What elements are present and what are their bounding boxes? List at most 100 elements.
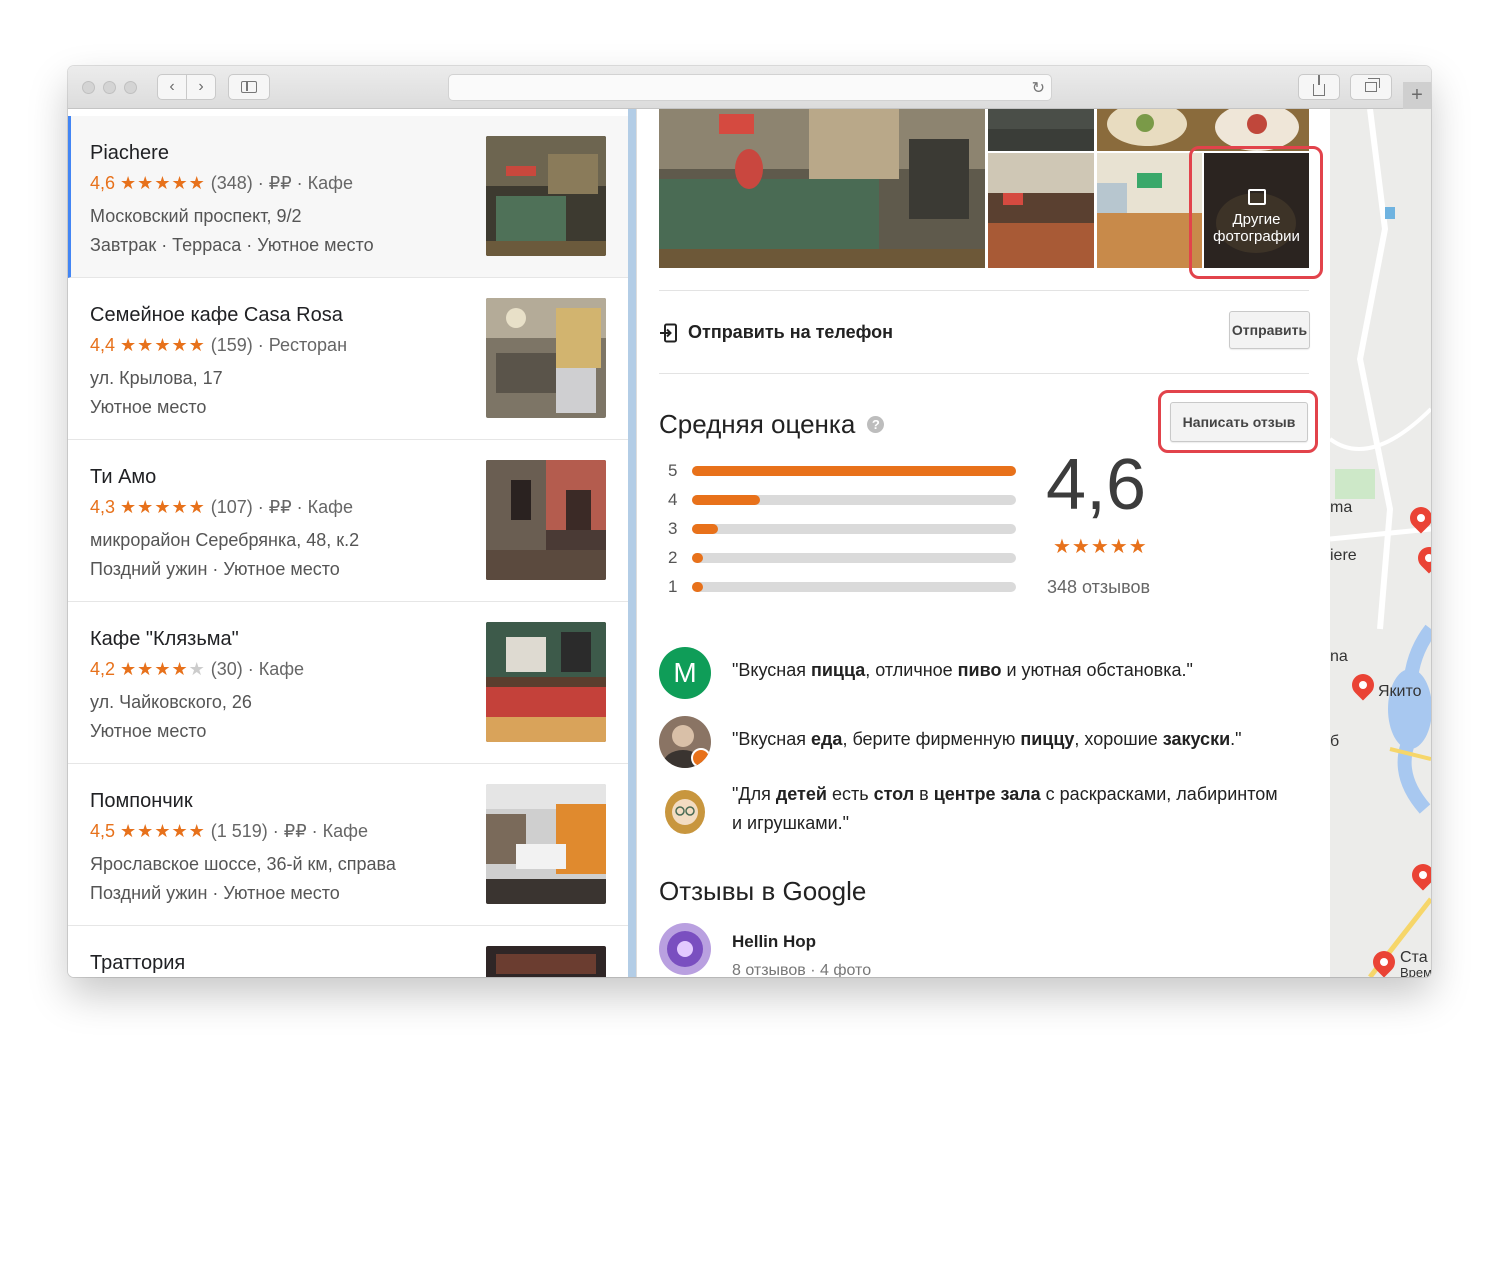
sidebar-icon — [241, 81, 257, 93]
place-photo[interactable] — [486, 622, 606, 742]
reload-icon[interactable]: ↻ — [1032, 78, 1045, 98]
rating-bar-row: 1 — [668, 577, 1028, 597]
reviewer-name[interactable]: Hellin Hop — [732, 932, 816, 952]
gallery-photo[interactable] — [988, 153, 1094, 268]
rating-bar-track — [692, 466, 1016, 476]
browser-toolbar: ‹ › ↻ + — [68, 66, 1431, 109]
gallery-photo[interactable] — [1097, 153, 1202, 268]
send-to-device-icon — [660, 323, 677, 343]
help-icon[interactable]: ? — [867, 416, 885, 433]
average-stars: ★★★★★ — [1053, 536, 1148, 558]
place-address: Московский проспект, 9/2 — [90, 206, 302, 226]
rating-bar-label: 1 — [668, 577, 678, 596]
place-name[interactable]: Piachere — [90, 142, 169, 165]
star-icons: ★★★★★ — [120, 497, 206, 517]
page-content: Piachere 4,6 ★★★★★ (348) · ₽₽ · Кафе Мос… — [68, 109, 1431, 977]
rating-bar-row: 3 — [668, 519, 1028, 539]
reviews-price-type: (348) · ₽₽ · Кафе — [210, 173, 353, 193]
place-photo[interactable] — [486, 136, 606, 256]
star-icons: ★★★★★ — [120, 821, 206, 841]
main-photo[interactable] — [659, 109, 985, 268]
snippet-text: "Вкусная еда, берите фирменную пиццу, хо… — [732, 729, 1242, 749]
average-rating: 4,6 — [1046, 445, 1147, 525]
map-background — [1330, 109, 1431, 977]
star-icons: ★★★★★ — [120, 659, 206, 679]
place-photo[interactable] — [486, 460, 606, 580]
rating-value: 4,2 — [90, 659, 116, 679]
gallery-photo[interactable] — [1097, 109, 1309, 151]
reviews-price-type: (1 519) · ₽₽ · Кафе — [210, 821, 368, 841]
send-to-phone-row: Отправить на телефон Отправить — [659, 290, 1310, 374]
place-name[interactable]: Ти Амо — [90, 466, 156, 489]
place-address: микрорайон Серебрянка, 48, к.2 — [90, 530, 360, 550]
map-label: na — [1330, 648, 1348, 665]
tabs-overview-button[interactable] — [1350, 74, 1392, 100]
rating-bar-label: 5 — [668, 461, 678, 480]
rating-value: 4,4 — [90, 335, 116, 355]
send-button[interactable]: Отправить — [1229, 311, 1310, 349]
sidebar-toggle-button[interactable] — [228, 74, 270, 100]
rating-bar-fill — [692, 466, 1016, 476]
reviewer-avatar[interactable] — [659, 923, 711, 975]
place-photo[interactable] — [486, 946, 606, 977]
place-name[interactable]: Семейное кафе Casa Rosa — [90, 304, 343, 327]
rating-section-title: Средняя оценка? — [659, 409, 885, 440]
chevron-right-icon: › — [198, 78, 204, 95]
rating-bar-label: 2 — [668, 548, 678, 567]
review-count-link[interactable]: 348 отзывов — [1047, 577, 1150, 598]
gallery-photo[interactable] — [988, 109, 1094, 151]
forward-button[interactable]: › — [186, 74, 216, 100]
zoom-window-button[interactable] — [124, 81, 137, 94]
place-rating: 4,6 ★★★★★ (348) · ₽₽ · Кафе — [90, 173, 353, 194]
list-item[interactable]: Piachere 4,6 ★★★★★ (348) · ₽₽ · Кафе Мос… — [68, 116, 628, 278]
place-rating: 4,3 ★★★★★ (107) · ₽₽ · Кафе — [90, 497, 353, 518]
place-rating: 4,4 ★★★★★ (159) · Ресторан — [90, 335, 347, 356]
minimize-window-button[interactable] — [103, 81, 116, 94]
place-photo[interactable] — [486, 298, 606, 418]
rating-bar-row: 2 — [668, 548, 1028, 568]
place-tags: Поздний ужин · Уютное место — [90, 883, 340, 903]
list-item[interactable]: Ти Амо 4,3 ★★★★★ (107) · ₽₽ · Кафе микро… — [68, 440, 628, 602]
rating-bar-label: 3 — [668, 519, 678, 538]
rating-bar-track — [692, 582, 1016, 592]
results-list: Piachere 4,6 ★★★★★ (348) · ₽₽ · Кафе Мос… — [68, 109, 628, 977]
rating-value: 4,6 — [90, 173, 116, 193]
google-reviews-title: Отзывы в Google — [659, 876, 867, 906]
share-icon — [1313, 75, 1325, 96]
place-name[interactable]: Траттория — [90, 952, 185, 975]
rating-value: 4,5 — [90, 821, 116, 841]
panel-divider — [628, 109, 636, 977]
place-name[interactable]: Кафе "Клязьма" — [90, 628, 239, 651]
back-button[interactable]: ‹ — [157, 74, 187, 100]
reviewer-meta: 8 отзывов · 4 фото — [732, 962, 872, 977]
list-item[interactable]: Помпончик 4,5 ★★★★★ (1 519) · ₽₽ · Кафе … — [68, 764, 628, 926]
place-name[interactable]: Помпончик — [90, 790, 193, 813]
place-address: Ярославское шоссе, 36-й км, справа — [90, 854, 396, 874]
list-item[interactable]: Кафе "Клязьма" 4,2 ★★★★★ (30) · Кафе ул.… — [68, 602, 628, 764]
map-label: Врем — [1400, 965, 1431, 977]
new-tab-button[interactable]: + — [1403, 82, 1431, 109]
list-item[interactable]: Семейное кафе Casa Rosa 4,4 ★★★★★ (159) … — [68, 278, 628, 440]
close-window-button[interactable] — [82, 81, 95, 94]
share-button[interactable] — [1298, 74, 1340, 100]
rating-bar-fill — [692, 582, 704, 592]
rating-bar-fill — [692, 495, 761, 505]
place-details-panel: Другие фотографии Отправить на телефон О… — [636, 109, 1330, 977]
place-photo[interactable] — [486, 784, 606, 904]
send-to-phone-label: Отправить на телефон — [688, 322, 894, 342]
address-bar[interactable]: ↻ — [448, 74, 1052, 101]
list-item[interactable]: Траттория — [68, 926, 628, 977]
map-label: Якито — [1378, 683, 1422, 700]
avatar: M — [659, 647, 711, 699]
star-icons: ★★★★★ — [120, 173, 206, 193]
rating-bar-track — [692, 524, 1016, 534]
place-tags: Завтрак · Терраса · Уютное место — [90, 235, 374, 255]
reviews-price-type: (30) · Кафе — [210, 659, 305, 679]
place-rating: 4,5 ★★★★★ (1 519) · ₽₽ · Кафе — [90, 821, 368, 842]
highlight-write-review — [1158, 390, 1318, 453]
map[interactable]: ma iere na Якито б Ста Врем — [1330, 109, 1431, 977]
snippet-text: "Для детей есть стол в центре зала с рас… — [732, 784, 1278, 833]
place-tags: Уютное место — [90, 721, 207, 741]
star-icons: ★★★★★ — [120, 335, 206, 355]
place-address: ул. Чайковского, 26 — [90, 692, 252, 712]
